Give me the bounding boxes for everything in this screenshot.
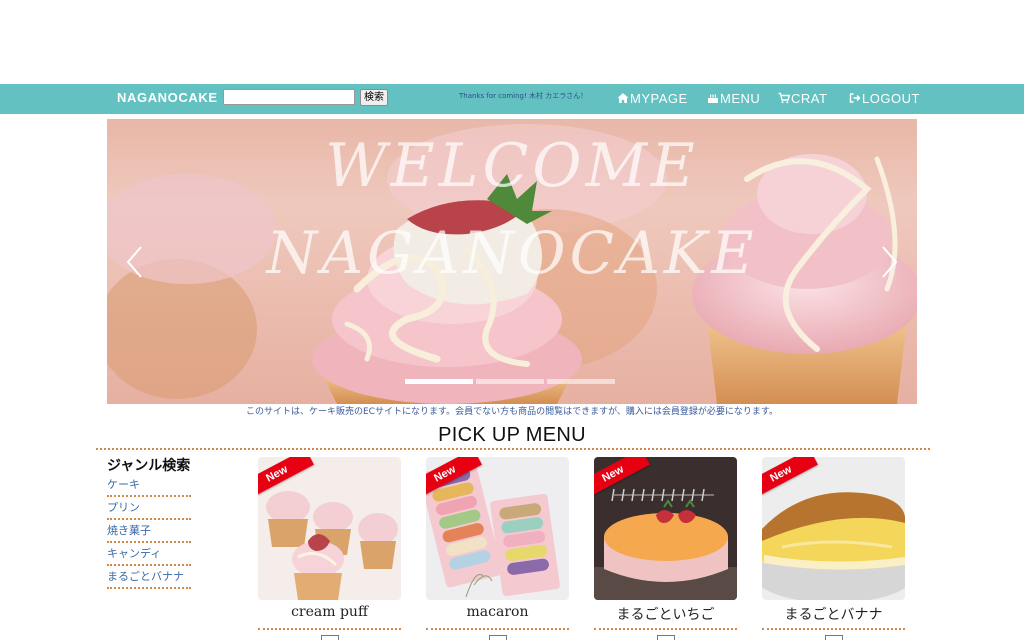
cake-icon (707, 92, 719, 104)
product-card[interactable]: New まるごとバナナ (762, 457, 905, 640)
carousel-next-button[interactable] (879, 245, 899, 279)
search-button[interactable]: 検索 (360, 89, 388, 106)
product-name[interactable]: まるごといちご (594, 604, 737, 624)
chevron-left-icon (126, 246, 142, 278)
product-footer-mark (321, 635, 339, 640)
nav-cart-link[interactable]: CRAT (778, 89, 827, 107)
logout-icon (849, 92, 861, 104)
genre-list: ケーキ プリン 焼き菓子 キャンディ まるごとバナナ (107, 476, 191, 591)
product-image-macaron[interactable]: New (426, 457, 569, 600)
product-card[interactable]: New macaron (426, 457, 569, 640)
product-name[interactable]: macaron (426, 604, 569, 620)
site-notice: このサイトは、ケーキ販売のECサイトになります。会員でない方も商品の閲覧はできま… (246, 407, 778, 417)
product-divider (258, 628, 401, 630)
page: NAGANOCAKE 検索 Thanks for coming! 木村 カエラさ… (0, 0, 1024, 640)
hero-welcome-text: WELCOME (325, 131, 699, 201)
product-card[interactable]: New cream puff (258, 457, 401, 640)
product-divider (426, 628, 569, 630)
chevron-right-icon (882, 246, 898, 278)
search-input[interactable] (223, 89, 355, 105)
carousel-indicators (405, 379, 615, 384)
nav-menu-label: MENU (720, 90, 761, 106)
nav-logout-label: LOGOUT (862, 90, 920, 106)
carousel-indicator[interactable] (547, 379, 615, 384)
product-card[interactable]: New まるごといちご (594, 457, 737, 640)
hero-brand-text: NAGANOCAKE (266, 219, 758, 287)
product-name[interactable]: まるごとバナナ (762, 604, 905, 624)
home-icon (617, 92, 629, 104)
nav-menu-link[interactable]: MENU (707, 89, 760, 107)
nav-cart-label: CRAT (791, 90, 828, 106)
product-divider (762, 628, 905, 630)
genre-item-cake[interactable]: ケーキ (107, 476, 191, 497)
product-image-whole-banana[interactable]: New (762, 457, 905, 600)
genre-item-pudding[interactable]: プリン (107, 499, 191, 520)
genre-item-baked-goods[interactable]: 焼き菓子 (107, 522, 191, 543)
cart-icon (778, 92, 790, 104)
genre-item-candy[interactable]: キャンディ (107, 545, 191, 566)
top-navbar: NAGANOCAKE 検索 Thanks for coming! 木村 カエラさ… (0, 84, 1024, 114)
product-divider (594, 628, 737, 630)
hero-carousel[interactable]: WELCOME NAGANOCAKE (107, 119, 917, 404)
product-image-cream-puff[interactable]: New (258, 457, 401, 600)
carousel-indicator[interactable] (476, 379, 544, 384)
nav-logout-link[interactable]: LOGOUT (849, 89, 920, 107)
nav-mypage-link[interactable]: MYPAGE (617, 89, 688, 107)
nav-mypage-label: MYPAGE (630, 90, 688, 106)
carousel-prev-button[interactable] (125, 245, 145, 279)
pickup-title: PICK UP MENU (438, 424, 586, 446)
product-footer-mark (657, 635, 675, 640)
product-image-whole-strawberry[interactable]: New (594, 457, 737, 600)
genre-item-whole-banana[interactable]: まるごとバナナ (107, 568, 191, 589)
greeting-text: Thanks for coming! 木村 カエラさん！ (459, 92, 588, 100)
carousel-indicator[interactable] (405, 379, 473, 384)
brand-logo[interactable]: NAGANOCAKE (117, 90, 218, 105)
genre-search-title: ジャンル検索 (107, 458, 191, 474)
product-footer-mark (489, 635, 507, 640)
pickup-divider (96, 448, 930, 450)
product-footer-mark (825, 635, 843, 640)
product-name[interactable]: cream puff (258, 604, 401, 620)
